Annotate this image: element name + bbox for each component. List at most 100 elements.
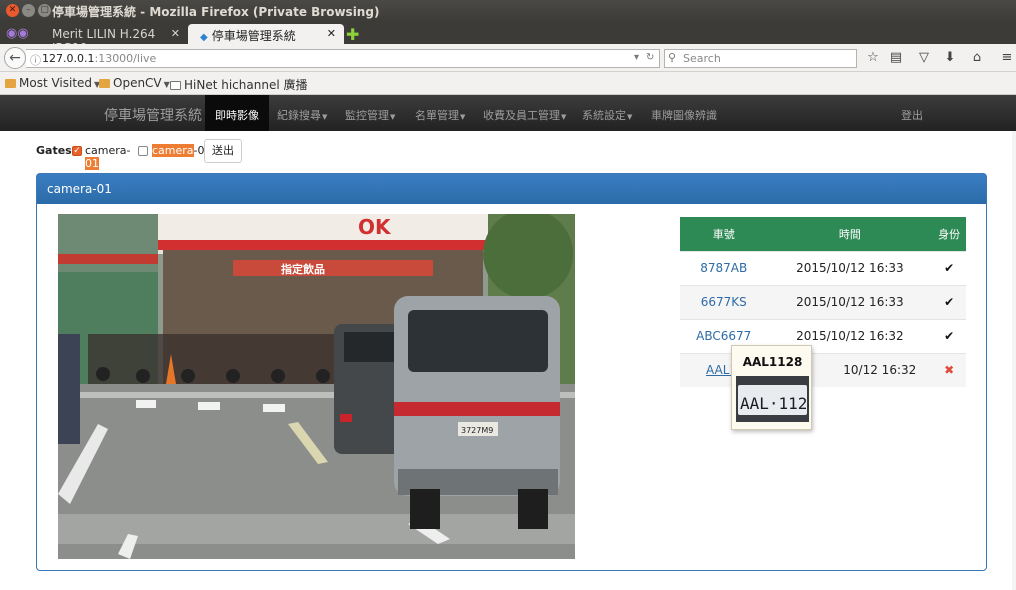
table-row: 8787AB 2015/10/12 16:33 ✔ [680,250,966,285]
window-minimize-icon[interactable]: – [22,4,35,17]
url-bar[interactable]: ⓘ 127.0.0.1:13000/live ▾ ↻ [26,49,660,68]
dropdown-arrow-icon: ▼ [163,80,170,89]
camera-02-label[interactable]: camera-02 [152,144,212,157]
camera-01-highlight: 01 [85,157,99,170]
site-favicon-icon: ◆ [200,32,208,43]
window-maximize-icon[interactable]: ▢ [38,4,51,17]
camera-01-prefix: camera- [85,144,131,157]
table-row: ABC6677 2015/10/12 16:32 ✔ [680,318,966,353]
tab-strip: ◉◉ Merit LILIN H.264 IPG10... ✕ ◆停車場管理系統… [0,22,1016,55]
nav-monitor-management[interactable]: 監控管理▼ [345,107,395,123]
nav-label: 車牌圖像辨識 [651,109,717,122]
check-icon: ✔ [944,261,955,275]
plate-crop-image: AAL·1128 [736,376,809,422]
camera-02-highlight: camera [152,144,194,157]
time-cell: 2015/10/12 16:33 [767,250,933,285]
cross-icon: ✖ [944,363,955,378]
bookmark-hinet[interactable]: HiNet hichannel 廣播 [170,76,307,93]
check-icon: ✔ [944,329,955,343]
site-info-icon[interactable]: ⓘ [30,52,41,68]
folder-icon [5,79,16,88]
status-cell: ✔ [932,318,966,353]
caret-down-icon: ▼ [322,113,328,121]
downloads-icon[interactable]: ⬇ [942,50,958,65]
plate-crop-text: AAL·1128 [740,394,809,413]
tab-parking-system[interactable]: ◆ 停車場管理系統 ✕ [188,24,344,44]
time-cell: 2015/10/12 16:33 [767,284,933,319]
nav-logout[interactable]: 登出 [901,107,923,123]
check-icon: ✔ [944,295,955,309]
nav-record-search[interactable]: 紀錄搜尋▼ [277,107,327,123]
tab-close-icon[interactable]: ✕ [171,27,180,40]
nav-list-management[interactable]: 名單管理▼ [415,107,465,123]
plate-preview-tooltip: AAL1128 AAL·1128 [731,345,812,430]
reload-icon[interactable]: ↻ [646,52,654,63]
camera-01-label[interactable]: camera-01 [85,144,131,170]
nav-label: 即時影像 [215,109,259,122]
nav-label: 系統設定 [582,109,626,122]
feed-sign-text: 指定飲品 [281,262,325,276]
home-icon[interactable]: ⌂ [969,50,985,65]
private-browsing-mask-icon: ◉◉ [6,26,29,41]
url-host: 127.0.0.1 [42,52,95,65]
caret-down-icon: ▼ [390,113,396,121]
nav-system-settings[interactable]: 系統設定▼ [582,107,632,123]
page-icon [170,81,181,90]
camera-01-checkbox[interactable]: ✓ [72,146,82,156]
nav-fee-staff[interactable]: 收費及員工管理▼ [483,107,566,123]
nav-label: 收費及員工管理 [483,109,560,122]
camera-02-checkbox[interactable] [138,146,148,156]
window-title: 停車場管理系統 - Mozilla Firefox (Private Brows… [52,5,380,19]
window-titlebar: ✕ – ▢ 停車場管理系統 - Mozilla Firefox (Private… [0,0,1016,22]
header-identity: 身份 [932,217,966,251]
reading-list-icon[interactable]: ▤ [888,50,904,65]
status-cell: ✔ [932,250,966,285]
browser-toolbar: ← ⓘ 127.0.0.1:13000/live ▾ ↻ ⚲ Search ☆ … [0,44,1016,72]
bookmark-label: OpenCV [113,76,162,90]
url-text: 127.0.0.1:13000/live [42,52,156,65]
search-placeholder: Search [683,52,721,65]
back-arrow-icon[interactable]: ← [4,47,26,69]
caret-down-icon: ▼ [561,113,567,121]
bookmark-opencv[interactable]: OpenCV ▼ [99,76,170,90]
bookmark-label: HiNet hichannel 廣播 [184,78,308,92]
url-dropdown-icon[interactable]: ▾ [634,52,639,63]
new-tab-plus-icon[interactable]: ✚ [346,25,359,44]
camera-feed-image: 指定飲品 OK 3727M9 [58,214,575,559]
site-brand[interactable]: 停車場管理系統 [104,105,202,125]
nav-label: 名單管理 [415,109,459,122]
status-cell: ✖ [932,352,966,387]
header-time: 時間 [767,217,933,251]
table-header-row: 車號 時間 身份 [680,217,966,251]
plate-link[interactable]: 8787AB [680,250,768,285]
menu-hamburger-icon[interactable]: ≡ [999,50,1015,65]
plate-link[interactable]: 6677KS [680,284,768,319]
bookmark-most-visited[interactable]: Most Visited ▼ [5,76,100,90]
caret-down-icon: ▼ [460,113,466,121]
header-plate: 車號 [680,217,768,251]
plate-log-table: 車號 時間 身份 8787AB 2015/10/12 16:33 ✔ 6677K… [680,217,966,387]
bookmarks-bar: Most Visited ▼ OpenCV ▼ HiNet hichannel 廣播 [0,72,1016,95]
submit-button[interactable]: 送出 [204,139,242,163]
search-icon: ⚲ [668,51,677,64]
nav-label: 紀錄搜尋 [277,109,321,122]
bookmark-label: Most Visited [19,76,93,90]
panel-title: camera-01 [37,174,986,204]
search-input[interactable]: ⚲ Search [664,49,857,68]
feed-plate-text: 3727M9 [461,426,493,435]
tab-close-icon[interactable]: ✕ [327,27,336,40]
table-row: 6677KS 2015/10/12 16:33 ✔ [680,284,966,319]
camera-panel: camera-01 指定飲品 OK 3727M9 車號 時間 身份 8787AB… [36,173,987,571]
nav-plate-recognition[interactable]: 車牌圖像辨識 [651,107,717,123]
nav-live-video[interactable]: 即時影像 [205,95,269,131]
pocket-icon[interactable]: ▽ [916,50,932,65]
window-close-icon[interactable]: ✕ [6,4,19,17]
tab-lilin[interactable]: Merit LILIN H.264 IPG10... ✕ [40,24,188,55]
table-row: AAL1 10/12 16:32 ✖ [680,352,966,387]
camera-feed: 指定飲品 OK 3727M9 [58,214,575,559]
folder-icon [99,79,110,88]
site-navbar: 停車場管理系統 即時影像 紀錄搜尋▼ 監控管理▼ 名單管理▼ 收費及員工管理▼ … [0,95,1016,131]
bookmark-star-icon[interactable]: ☆ [865,50,881,65]
tab-label: 停車場管理系統 [211,29,296,43]
gates-label: Gates: [36,144,77,157]
